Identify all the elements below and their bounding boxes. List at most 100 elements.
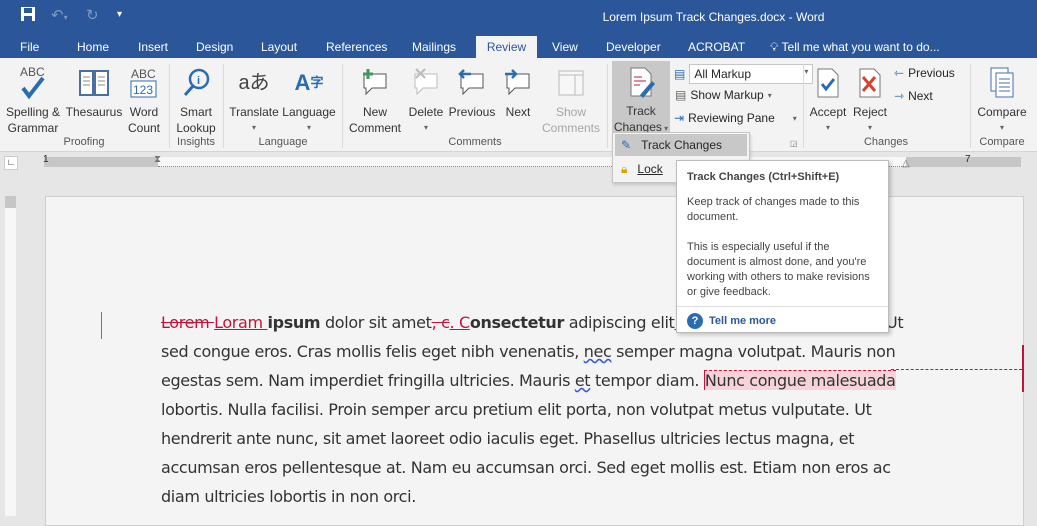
- next-comment-button[interactable]: Next: [500, 62, 536, 120]
- tab-home[interactable]: Home: [75, 40, 111, 54]
- group-label-proofing: Proofing: [63, 136, 105, 148]
- label: Thesaurus: [65, 105, 123, 119]
- book-icon: [64, 62, 124, 104]
- new-comment-button[interactable]: New Comment: [346, 62, 404, 136]
- word-count-button[interactable]: ABC 123 Word Count: [125, 62, 163, 136]
- track-changes-icon: ✎: [621, 138, 632, 152]
- label: Next: [505, 105, 531, 119]
- label: Show: [555, 105, 587, 119]
- thesaurus-button[interactable]: Thesaurus: [64, 62, 124, 120]
- previous-comment-button[interactable]: Previous: [447, 62, 497, 120]
- bold-text: ipsum: [267, 313, 321, 332]
- reviewing-pane-button[interactable]: ⇥ Reviewing Pane ▾: [674, 111, 797, 125]
- text: semper magna volutpat. Mauris non: [611, 342, 896, 361]
- chevron-down-icon: ▾: [792, 113, 797, 123]
- language-icon: A字: [294, 70, 324, 95]
- indent-marker[interactable]: ⧗: [154, 154, 161, 165]
- highlighted-formatting-change[interactable]: Nunc congue malesuada: [703, 370, 896, 390]
- language-button[interactable]: A字 Language ▾: [281, 62, 337, 136]
- tab-review[interactable]: Review: [476, 36, 537, 58]
- translate-icon: aあ: [238, 72, 270, 94]
- chevron-down-icon: ▾: [825, 123, 830, 132]
- tab-design[interactable]: Design: [194, 40, 235, 54]
- previous-change-button[interactable]: ⇽ Previous: [894, 66, 955, 80]
- show-markup-button[interactable]: ▤ Show Markup ▾: [675, 88, 772, 102]
- svg-text:123: 123: [133, 83, 153, 97]
- label: Accept: [809, 105, 847, 119]
- tell-me-more-link[interactable]: ? Tell me more: [677, 306, 888, 329]
- svg-text:ABC: ABC: [20, 65, 45, 79]
- revision-marker: [1022, 345, 1024, 392]
- tell-me-search[interactable]: 💡︎ Tell me what you want to do...: [768, 40, 942, 55]
- lock-icon: 🔒︎: [621, 161, 628, 176]
- deleted-text: Lorem: [161, 313, 215, 332]
- tab-insert[interactable]: Insert: [136, 40, 170, 54]
- next-comment-icon: [500, 62, 536, 104]
- label: Track Changes: [641, 138, 722, 152]
- group-separator: [607, 64, 608, 148]
- tab-references[interactable]: References: [324, 40, 389, 54]
- bold-text: onsectetur: [469, 313, 565, 332]
- markup-value: All Markup: [694, 67, 752, 81]
- tooltip-title: Track Changes (Ctrl+Shift+E): [687, 171, 840, 183]
- delete-comment-button[interactable]: Delete ▾: [406, 62, 446, 136]
- show-comments-icon: [539, 62, 603, 104]
- chevron-down-icon: ▾: [767, 90, 772, 100]
- tab-selector-icon[interactable]: ∟: [4, 156, 18, 170]
- label: Comments: [541, 121, 600, 135]
- smart-lookup-icon: i: [174, 62, 218, 104]
- show-markup-icon: ▤: [675, 88, 687, 102]
- tell-me-text: Tell me what you want to do...: [781, 40, 940, 54]
- label: Spelling &: [5, 105, 61, 119]
- show-comments-button[interactable]: Show Comments: [539, 62, 603, 136]
- tab-file[interactable]: File: [18, 40, 41, 54]
- label: Previous: [448, 105, 496, 119]
- text: adipiscing elit: [564, 313, 675, 332]
- revision-balloon-connector: [891, 369, 1022, 370]
- label: Comment: [348, 121, 401, 135]
- spelling-grammar-button[interactable]: ABC Spelling & Grammar: [4, 62, 62, 136]
- label: Next: [908, 89, 933, 103]
- grammar-flag-text[interactable]: et: [575, 371, 591, 390]
- inserted-text: . C: [449, 313, 471, 332]
- text: tempor diam.: [590, 371, 704, 390]
- help-icon: ?: [687, 313, 703, 329]
- accept-icon: [807, 62, 849, 104]
- tooltip-text: This is especially useful if the documen…: [687, 241, 870, 298]
- smart-lookup-button[interactable]: i Smart Lookup: [174, 62, 218, 136]
- right-indent-marker[interactable]: △: [902, 158, 910, 169]
- lightbulb-icon: 💡︎: [770, 40, 779, 54]
- compare-icon: [974, 62, 1030, 104]
- ruler-margin-left: [44, 157, 158, 167]
- track-changes-button[interactable]: Track Changes ▾: [612, 61, 670, 134]
- ruler-number: 1: [43, 154, 49, 165]
- accept-button[interactable]: Accept ▾: [807, 62, 849, 136]
- deleted-text: , c: [431, 313, 450, 332]
- dialog-launcher-icon[interactable]: ◲: [790, 139, 798, 148]
- group-label-comments: Comments: [448, 136, 502, 148]
- chevron-down-icon: ▾: [867, 123, 872, 132]
- tab-developer[interactable]: Developer: [604, 40, 663, 54]
- tab-acrobat[interactable]: ACROBAT: [686, 40, 747, 54]
- next-change-button[interactable]: ⇾ Next: [894, 89, 933, 103]
- vertical-ruler[interactable]: [5, 196, 16, 516]
- document-line: egestas sem. Nam imperdiet fringilla ult…: [161, 370, 896, 390]
- chevron-down-icon: ▾: [423, 123, 428, 132]
- tab-mailings[interactable]: Mailings: [410, 40, 458, 54]
- svg-text:i: i: [197, 75, 200, 87]
- tab-layout[interactable]: Layout: [259, 40, 299, 54]
- compare-button[interactable]: Compare ▾: [974, 62, 1030, 136]
- change-bar: [101, 312, 102, 339]
- menu-item-track-changes[interactable]: ✎ Track Changes: [615, 134, 747, 156]
- inserted-text: Loram: [214, 313, 268, 332]
- label: Reject: [852, 105, 887, 119]
- grammar-flag-text[interactable]: nec: [584, 342, 612, 361]
- markup-select[interactable]: ▤ All Markup ▾: [674, 64, 814, 84]
- label: Tell me more: [709, 314, 777, 327]
- reject-button[interactable]: Reject ▾: [851, 62, 889, 136]
- ribbon: ABC Spelling & Grammar Thesaurus ABC 123 W…: [0, 58, 1037, 152]
- ruler-margin-right: [906, 157, 1021, 167]
- tab-view[interactable]: View: [550, 40, 580, 54]
- translate-button[interactable]: aあ Translate ▾: [228, 62, 280, 136]
- label: Track: [626, 104, 656, 118]
